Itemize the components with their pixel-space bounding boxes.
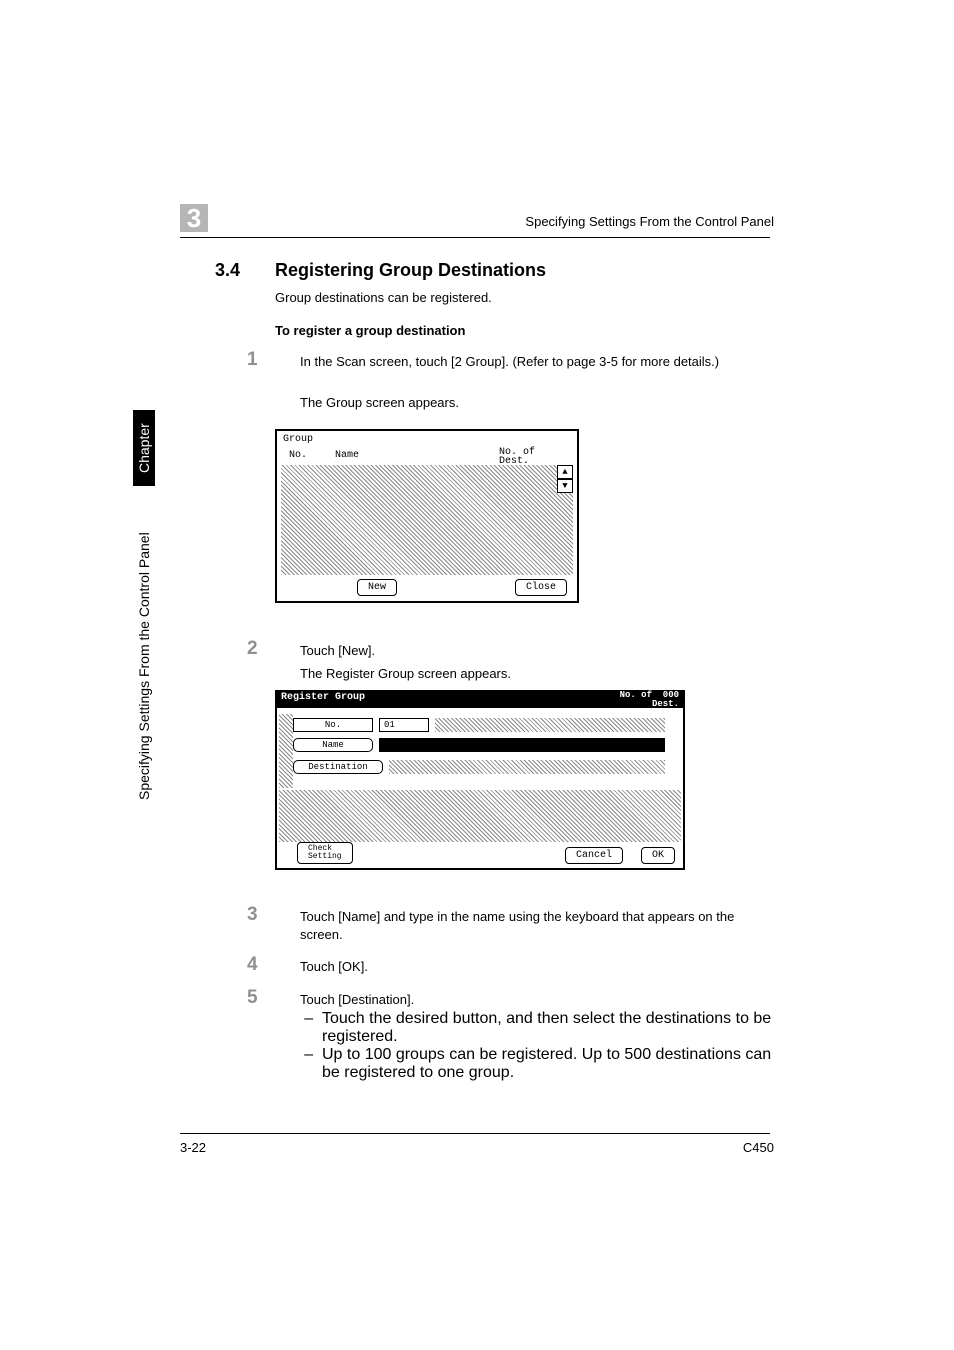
close-button[interactable]: Close bbox=[515, 579, 567, 596]
dest-right-hatch bbox=[389, 760, 665, 774]
ok-button[interactable]: OK bbox=[641, 847, 675, 864]
step-5-text: Touch [Destination]. bbox=[300, 991, 760, 1009]
scroll-up-icon[interactable]: ▲ bbox=[557, 465, 573, 479]
col-dest: No. of Dest. bbox=[497, 448, 537, 466]
section-number: 3.4 bbox=[215, 260, 240, 281]
scroll-down-icon[interactable]: ▼ bbox=[557, 479, 573, 493]
row-destination[interactable]: Destination bbox=[293, 760, 665, 778]
side-section-label: Specifying Settings From the Control Pan… bbox=[133, 486, 155, 856]
running-header: Specifying Settings From the Control Pan… bbox=[525, 214, 774, 229]
side-chapter-label: Chapter 3 bbox=[133, 410, 155, 486]
group-scroll[interactable]: ▲ ▼ bbox=[557, 465, 573, 495]
cancel-button[interactable]: Cancel bbox=[565, 847, 623, 864]
group-screen-title: Group bbox=[283, 434, 313, 445]
name-field-blank bbox=[379, 738, 665, 752]
step-5-bullet-2: Up to 100 groups can be registered. Up t… bbox=[322, 1046, 782, 1082]
col-name: Name bbox=[333, 450, 361, 461]
step-1-result: The Group screen appears. bbox=[300, 395, 760, 410]
step-5-bullet-1: Touch the desired button, and then selec… bbox=[322, 1010, 782, 1046]
no-value: 01 bbox=[379, 718, 429, 732]
col-no: No. bbox=[287, 450, 309, 461]
register-bottom-hatch bbox=[279, 790, 681, 842]
group-screen: Group No. Name No. of Dest. ▲ ▼ New Clos… bbox=[275, 429, 579, 603]
section-subhead: To register a group destination bbox=[275, 323, 465, 338]
header-rule bbox=[180, 237, 770, 238]
dest-count: No. of 000 Dest. bbox=[620, 691, 679, 709]
dest-count-l1: No. of bbox=[620, 690, 652, 700]
new-button[interactable]: New bbox=[357, 579, 397, 596]
group-list-area bbox=[281, 465, 573, 575]
register-group-body: No. 01 Name Destination Check Setting Ca… bbox=[275, 708, 685, 870]
register-group-title: Register Group bbox=[281, 692, 365, 703]
section-title: Registering Group Destinations bbox=[275, 260, 546, 281]
step-2-text: Touch [New]. bbox=[300, 642, 760, 660]
left-hatch bbox=[279, 714, 293, 788]
footer-page: 3-22 bbox=[180, 1140, 206, 1155]
check-l2: Setting bbox=[308, 852, 342, 861]
footer-model: C450 bbox=[743, 1140, 774, 1155]
step-3-text: Touch [Name] and type in the name using … bbox=[300, 908, 760, 943]
name-button[interactable]: Name bbox=[293, 738, 373, 752]
side-tab: Chapter 3 Specifying Settings From the C… bbox=[133, 410, 155, 880]
footer-rule bbox=[180, 1133, 770, 1134]
check-setting-button[interactable]: Check Setting bbox=[297, 842, 353, 864]
step-5-number: 5 bbox=[247, 987, 258, 1009]
group-columns: No. Name bbox=[287, 450, 361, 461]
destination-button[interactable]: Destination bbox=[293, 760, 383, 774]
step-2-number: 2 bbox=[247, 638, 258, 660]
step-4-text: Touch [OK]. bbox=[300, 958, 760, 976]
no-right-hatch bbox=[435, 718, 665, 732]
step-5-bullets: Touch the desired button, and then selec… bbox=[300, 1010, 782, 1082]
step-4-number: 4 bbox=[247, 954, 258, 976]
no-label: No. bbox=[293, 718, 373, 732]
row-name[interactable]: Name bbox=[293, 738, 665, 756]
step-2-result: The Register Group screen appears. bbox=[300, 666, 760, 681]
register-group-titlebar: Register Group No. of 000 Dest. bbox=[275, 690, 685, 708]
register-group-screen: Register Group No. of 000 Dest. No. 01 N… bbox=[275, 690, 685, 870]
chapter-number-badge: 3 bbox=[180, 204, 208, 232]
step-1-text: In the Scan screen, touch [2 Group]. (Re… bbox=[300, 353, 760, 371]
step-3-number: 3 bbox=[247, 904, 258, 926]
section-intro: Group destinations can be registered. bbox=[275, 290, 492, 305]
step-1-number: 1 bbox=[247, 349, 258, 371]
row-no: No. 01 bbox=[293, 718, 665, 736]
